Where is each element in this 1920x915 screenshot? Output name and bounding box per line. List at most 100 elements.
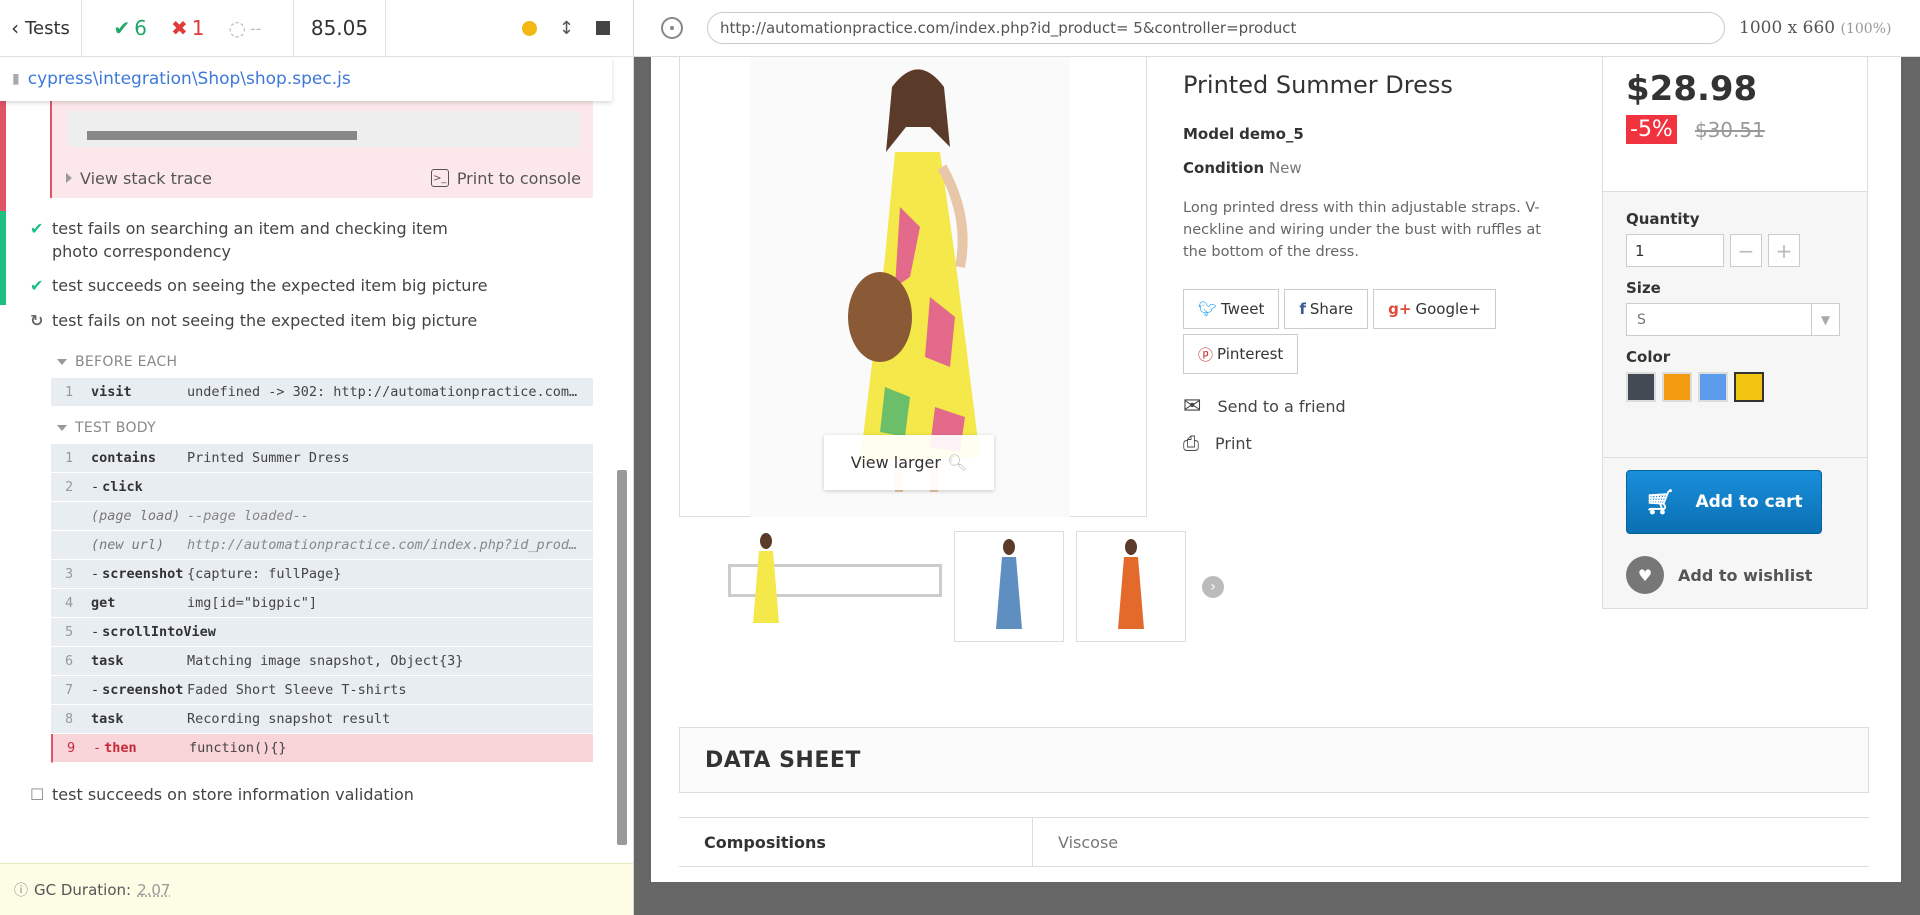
color-swatch[interactable] <box>1698 372 1728 402</box>
quantity-stepper: 1 − + <box>1626 234 1867 267</box>
command-row[interactable]: 6 task Matching image snapshot, Object{3} <box>51 647 593 676</box>
data-sheet-table: Compositions Viscose <box>679 817 1869 867</box>
running-indicator-icon <box>521 20 537 36</box>
cart-area: 🛒︎ Add to cart ♥ Add to wishlist <box>1603 457 1867 594</box>
test-item[interactable]: ✔ test succeeds on seeing the expected i… <box>0 274 612 297</box>
add-to-cart-button[interactable]: 🛒︎ Add to cart <box>1626 470 1822 534</box>
cross-icon: ✖ <box>171 16 188 40</box>
share-button[interactable]: f Share <box>1284 289 1369 329</box>
thumbnail-strip: › <box>728 531 1224 642</box>
color-swatch-selected[interactable] <box>1734 372 1764 402</box>
command-row[interactable]: 8 task Recording snapshot result <box>51 705 593 734</box>
command-row[interactable]: 1 visit undefined -> 302: http://automat… <box>51 378 593 407</box>
envelope-icon: ✉ <box>1183 394 1202 419</box>
size-label: Size <box>1626 279 1661 297</box>
buy-box: $28.98 -5% $30.51 Quantity 1 − + Size S … <box>1602 57 1868 609</box>
command-row-event[interactable]: (new url) http://automationpractice.com/i… <box>51 531 593 560</box>
command-row[interactable]: 5scrollIntoView <box>51 618 593 647</box>
plus-icon[interactable]: + <box>1768 234 1800 267</box>
discount-badge: -5% <box>1626 115 1677 144</box>
thumb-image <box>1118 538 1144 629</box>
thumbnail-blue[interactable] <box>954 531 1064 642</box>
info-icon: ⓘ <box>14 882 28 899</box>
aut-url-bar: http://automationpractice.com/index.php?… <box>634 0 1920 57</box>
check-icon: ✔ <box>30 276 44 295</box>
price-box: $28.98 -5% $30.51 <box>1603 57 1867 192</box>
google-plus-icon: g+ <box>1388 300 1412 318</box>
heart-icon: ♥ <box>1626 556 1664 594</box>
add-to-wishlist-link[interactable]: ♥ Add to wishlist <box>1626 556 1867 594</box>
refresh-icon: ↻ <box>30 311 44 330</box>
auto-scroll-icon[interactable]: ↕ <box>559 18 574 39</box>
pinterest-icon: ⓟ <box>1198 345 1214 364</box>
quantity-label: Quantity <box>1626 210 1700 228</box>
command-row-event[interactable]: (page load) --page loaded-- <box>51 502 593 531</box>
stack-row: View stack trace >_ Print to console <box>52 163 593 193</box>
print-link[interactable]: ⎙ Print <box>1183 431 1573 455</box>
pinterest-button[interactable]: ⓟ Pinterest <box>1183 334 1299 374</box>
url-field[interactable]: http://automationpractice.com/index.php?… <box>707 12 1725 44</box>
send-to-friend-link[interactable]: ✉ Send to a friend <box>1183 394 1573 419</box>
product-condition: Condition New <box>1183 159 1302 177</box>
cypress-runner: ‹ Tests ✔ 6 ✖ 1 ◌ -- 85.05 ↕ ▮ cypress\inte… <box>0 0 634 915</box>
big-picture[interactable]: View larger 🔍︎ <box>679 57 1147 517</box>
spec-path[interactable]: cypress\integration\Shop\shop.spec.js <box>28 69 351 89</box>
before-each-header[interactable]: BEFORE EACH <box>57 354 177 370</box>
command-row[interactable]: 7screenshotFaded Short Sleeve T-shirts <box>51 676 593 705</box>
reporter-scrollbar[interactable] <box>617 470 627 845</box>
thumbnail-orange[interactable] <box>1076 531 1186 642</box>
test-item-pending[interactable]: ☐ test succeeds on store information val… <box>0 783 612 806</box>
reporter-panel: View stack trace >_ Print to console ✔ t… <box>0 101 612 814</box>
product-model: Model demo_5 <box>1183 125 1304 143</box>
sheet-value: Viscose <box>1058 832 1119 852</box>
error-details: View stack trace >_ Print to console <box>50 101 593 198</box>
next-arrow-icon[interactable]: › <box>1202 575 1224 598</box>
test-stats: ✔ 6 ✖ 1 ◌ -- <box>82 0 294 56</box>
failed-count: ✖ 1 <box>171 16 205 40</box>
test-item-running[interactable]: ↻ test fails on not seeing the expected … <box>0 309 612 332</box>
command-row[interactable]: 3screenshot{capture: fullPage} <box>51 560 593 589</box>
aut-iframe: View larger 🔍︎ › Printed Summer Dress Mo… <box>651 57 1901 882</box>
product-info: Printed Summer Dress Model demo_5 Condit… <box>1183 57 1573 455</box>
facebook-icon: f <box>1299 300 1306 318</box>
spec-path-bar: ▮ cypress\integration\Shop\shop.spec.js <box>0 57 612 101</box>
command-row[interactable]: 4 get img[id="bigpic"] <box>51 589 593 618</box>
quantity-input[interactable]: 1 <box>1626 234 1724 267</box>
pending-count: ◌ -- <box>228 16 262 40</box>
check-icon: ✔ <box>30 219 44 238</box>
command-row[interactable]: 2click <box>51 473 593 502</box>
tweet-button[interactable]: 🐦︎ Tweet <box>1183 289 1280 329</box>
chevron-left-icon: ‹ <box>11 16 20 40</box>
selector-playground-icon[interactable] <box>661 17 683 39</box>
old-price: $30.51 <box>1694 117 1765 142</box>
color-swatch[interactable] <box>1662 372 1692 402</box>
checkbox-icon: ☐ <box>30 785 45 804</box>
sheet-key: Compositions <box>679 818 1033 866</box>
google-plus-button[interactable]: g+ Google+ <box>1373 289 1496 329</box>
print-to-console-button[interactable]: >_ Print to console <box>430 169 581 188</box>
color-swatch[interactable] <box>1626 372 1656 402</box>
terminal-icon: >_ <box>430 169 449 187</box>
color-label: Color <box>1626 348 1671 366</box>
size-select[interactable]: S ▼ <box>1626 303 1840 336</box>
test-body-header[interactable]: TEST BODY <box>57 420 156 436</box>
view-larger-button[interactable]: View larger 🔍︎ <box>824 435 994 490</box>
gc-duration-bar: ⓘ GC Duration: 2.07 <box>0 863 633 915</box>
file-icon: ▮ <box>12 71 20 87</box>
error-box: View stack trace >_ Print to console <box>0 101 612 211</box>
thumb-image <box>996 538 1022 629</box>
stop-icon[interactable] <box>596 21 610 35</box>
command-row[interactable]: 1 contains Printed Summer Dress <box>51 444 593 473</box>
tests-label: Tests <box>25 17 70 39</box>
thumbnail-yellow[interactable] <box>728 532 942 623</box>
command-row-failed[interactable]: 9thenfunction(){} <box>51 734 593 763</box>
cart-icon: 🛒︎ <box>1645 488 1676 516</box>
back-to-tests-button[interactable]: ‹ Tests <box>0 0 82 56</box>
failed-indicator <box>0 101 6 211</box>
twitter-icon: 🐦︎ <box>1198 300 1218 318</box>
test-item[interactable]: ✔ test fails on searching an item and ch… <box>0 217 612 263</box>
runner-header: ‹ Tests ✔ 6 ✖ 1 ◌ -- 85.05 ↕ <box>0 0 633 57</box>
thumb-image <box>753 532 779 623</box>
minus-icon[interactable]: − <box>1730 234 1762 267</box>
view-stack-trace-toggle[interactable]: View stack trace <box>66 169 212 188</box>
